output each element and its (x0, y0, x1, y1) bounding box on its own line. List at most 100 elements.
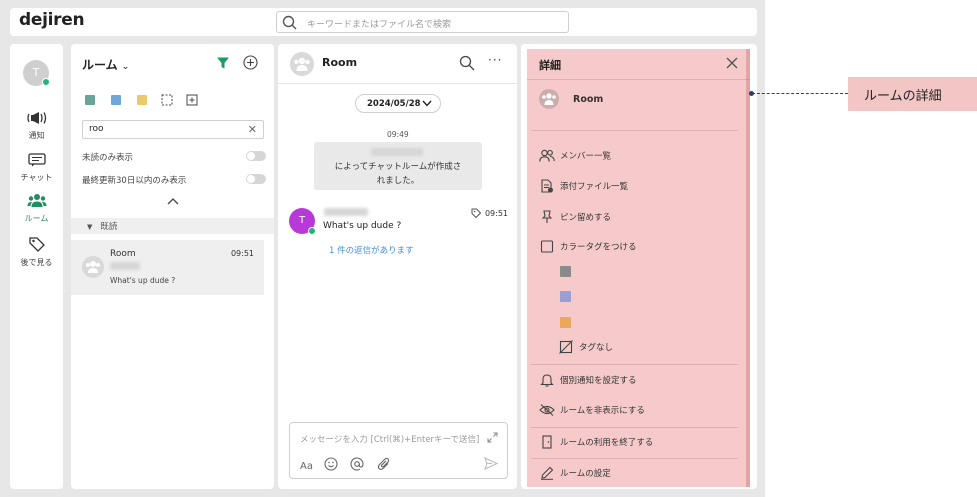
room-group-icon (86, 261, 100, 273)
callout-line (752, 93, 848, 94)
chat-room-title: Room (322, 56, 358, 69)
pin-icon (541, 210, 553, 223)
tag-filter-color-2[interactable] (111, 95, 121, 105)
toggle-row-recent: 最終更新30日以内のみ表示 (82, 174, 266, 186)
toggle-label-recent: 最終更新30日以内のみ表示 (82, 176, 187, 186)
rail-item-notifications[interactable]: 通知 (10, 110, 63, 141)
date-label: 2024/05/28 (367, 99, 421, 109)
message-time: 09:51 (484, 209, 508, 218)
chat-room-avatar (290, 52, 314, 76)
rail-label-read-later: 後で見る (20, 258, 53, 267)
detail-item-hide[interactable]: ルームを非表示にする (539, 404, 645, 416)
app-logo[interactable]: dejiren (19, 10, 85, 30)
user-avatar-initial: T (32, 66, 40, 79)
room-filter-input[interactable]: roo ✕ (82, 120, 264, 139)
detail-item-members[interactable]: メンバー一覧 (539, 149, 611, 162)
app-window: dejiren キーワードまたはファイル名で検索 T 通知 チャット ルーム 後… (0, 0, 765, 497)
user-avatar[interactable]: T (23, 60, 50, 86)
room-filter-value: roo (89, 124, 104, 134)
rail-item-chat[interactable]: チャット (10, 152, 63, 183)
detail-item-settings-label: ルームの設定 (560, 469, 611, 479)
detail-item-files-label: 添付ファイル一覧 (560, 182, 629, 192)
search-icon[interactable] (459, 55, 475, 71)
rail-label-chat: チャット (20, 173, 53, 182)
add-room-icon[interactable] (243, 55, 258, 70)
detail-item-leave-label: ルームの利用を終了する (560, 438, 654, 448)
color-tag-option-2[interactable] (560, 291, 571, 302)
text-format-button[interactable]: Aa (300, 461, 313, 472)
rail-item-read-later[interactable]: 後で見る (10, 236, 63, 268)
checkbox-icon (540, 240, 554, 253)
members-icon (539, 149, 555, 162)
message-avatar[interactable]: T (289, 208, 316, 235)
room-name: Room (110, 249, 136, 259)
close-icon[interactable] (726, 57, 738, 69)
room-last-message: What's up dude ? (110, 276, 176, 285)
add-tag-icon[interactable] (186, 94, 198, 106)
room-group-icon (542, 93, 556, 105)
room-group-icon (294, 57, 310, 71)
chat-icon (27, 153, 46, 167)
date-selector[interactable]: 2024/05/28 (355, 94, 441, 113)
room-time: 09:51 (230, 249, 254, 258)
detail-item-pin[interactable]: ピン留めする (539, 210, 611, 224)
detail-item-notify[interactable]: 個別通知を設定する (539, 373, 637, 387)
megaphone-icon (26, 112, 46, 124)
system-message-time: 09:49 (387, 130, 409, 139)
global-search-input[interactable]: キーワードまたはファイル名で検索 (276, 11, 569, 33)
system-message-line2: れました。 (376, 176, 420, 186)
no-tag-label: タグなし (579, 343, 614, 353)
search-icon (282, 15, 297, 30)
emoji-icon[interactable] (324, 457, 338, 471)
blurred-sender (110, 262, 140, 270)
detail-item-files[interactable]: 添付ファイル一覧 (539, 179, 628, 193)
message-avatar-initial: T (298, 215, 306, 226)
color-tag-option-none[interactable]: タグなし (558, 340, 613, 354)
room-avatar (82, 256, 104, 278)
detail-divider (531, 364, 738, 365)
rail-label-notifications: 通知 (28, 131, 45, 140)
room-list-panel: ルーム ⌄ roo ✕ 未読のみ表示 最終更新30日以内のみ表示 ▼ 既読 Ro… (71, 44, 274, 489)
no-tag-filter-icon[interactable] (161, 94, 173, 106)
message-text: What's up dude ? (323, 221, 402, 231)
tag-filter-color-1[interactable] (85, 95, 95, 105)
bookmark-tag-icon (28, 237, 45, 252)
detail-divider (531, 458, 738, 459)
mention-icon[interactable] (350, 457, 364, 471)
detail-room-avatar (539, 89, 559, 109)
expand-icon[interactable] (487, 432, 498, 443)
detail-item-settings[interactable]: ルームの設定 (539, 466, 611, 480)
send-icon[interactable] (484, 457, 498, 470)
reply-thread-link[interactable]: 1 件の返信があります (329, 244, 414, 256)
rail-item-rooms[interactable]: ルーム (10, 193, 63, 224)
chat-header: Room ··· (278, 44, 517, 84)
detail-item-color-tag[interactable]: カラータグをつける (539, 240, 637, 253)
clear-filter-icon[interactable]: ✕ (248, 123, 257, 136)
unread-only-toggle[interactable] (246, 151, 266, 161)
color-tag-option-1[interactable] (560, 266, 571, 277)
search-placeholder: キーワードまたはファイル名で検索 (307, 20, 452, 30)
caret-down-icon: ▼ (87, 223, 93, 231)
online-status-dot (308, 227, 316, 235)
detail-item-members-label: メンバー一覧 (560, 151, 612, 162)
room-list-title[interactable]: ルーム ⌄ (82, 56, 129, 73)
recent-30days-toggle[interactable] (246, 174, 266, 184)
filter-icon[interactable] (216, 56, 230, 70)
room-list-item[interactable]: Room 09:51 What's up dude ? (71, 240, 264, 295)
chevron-up-icon[interactable] (167, 197, 179, 205)
more-options-icon[interactable]: ··· (488, 53, 502, 67)
no-tag-icon (559, 340, 573, 354)
tag-filter-color-3[interactable] (137, 95, 147, 105)
composer-placeholder: メッセージを入力 [Ctrl(⌘)+Enterキーで送信] (300, 435, 480, 445)
eye-off-icon (539, 404, 555, 416)
message-composer[interactable]: メッセージを入力 [Ctrl(⌘)+Enterキーで送信] Aa (289, 422, 508, 479)
detail-item-leave[interactable]: ルームの利用を終了する (539, 435, 653, 449)
attachment-icon[interactable] (377, 457, 391, 471)
tag-icon[interactable] (471, 208, 481, 218)
detail-divider (531, 427, 738, 428)
color-tag-option-3[interactable] (560, 317, 571, 328)
left-rail: T 通知 チャット ルーム 後で見る (10, 44, 63, 489)
system-message-bubble: によってチャットルームが作成さ れました。 (314, 142, 482, 190)
section-read-header[interactable]: ▼ 既読 (71, 218, 274, 234)
detail-room-name: Room (573, 94, 604, 105)
